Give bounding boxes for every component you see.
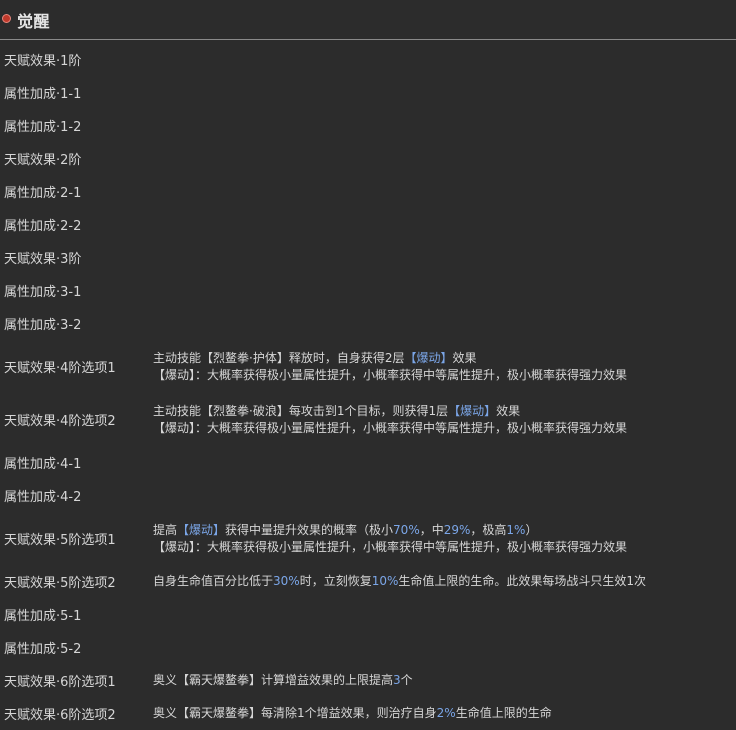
description-text: ，中 — [419, 522, 444, 537]
highlight-text: 29% — [443, 522, 471, 537]
description-text: 【爆动】：大概率获得极小量属性提升，小概率获得中等属性提升，极小概率获得强力效果 — [153, 367, 628, 382]
description-text: 【爆动】：大概率获得极小量属性提升，小概率获得中等属性提升，极小概率获得强力效果 — [153, 539, 628, 554]
talent-label: 天赋效果·2阶 — [4, 153, 82, 168]
talent-label: 属性加成·3-1 — [4, 285, 82, 300]
description-text: 时，立刻恢复 — [299, 574, 372, 588]
talent-label: 属性加成·4-2 — [4, 490, 82, 505]
highlight-text: 1% — [506, 522, 526, 537]
description-text: ） — [525, 522, 538, 537]
talent-label: 天赋效果·6阶选项2 — [4, 708, 116, 723]
talent-label: 属性加成·3-2 — [4, 318, 82, 333]
talent-row: 属性加成·3-1 — [0, 274, 736, 307]
talent-row: 天赋效果·4阶选项2 主动技能【烈鳌拳·破浪】每攻击到1个目标，则获得1层【爆动】… — [0, 393, 736, 446]
talent-row: 属性加成·5-1 — [0, 598, 736, 631]
highlight-text: 3 — [393, 673, 401, 687]
talent-list: 天赋效果·1阶 属性加成·1-1 属性加成·1-2 天赋效果·2阶 属性加成·2-1 属性… — [0, 40, 736, 730]
talent-label: 属性加成·5-1 — [4, 609, 82, 624]
talent-row: 属性加成·1-1 — [0, 76, 736, 109]
talent-description: 主动技能【烈鳌拳·破浪】每攻击到1个目标，则获得1层【爆动】效果 【爆动】：大概率… — [153, 403, 627, 437]
talent-label: 天赋效果·4阶选项1 — [4, 361, 116, 376]
talent-row: 天赋效果·6阶选项1 奥义【霸天爆鳌拳】计算增益效果的上限提高3个 — [0, 664, 736, 697]
description-line: 奥义【霸天爆鳌拳】每清除1个增益效果，则治疗自身2%生命值上限的生命 — [153, 705, 552, 722]
highlight-text: 10% — [371, 574, 399, 588]
description-text: 效果 — [496, 403, 521, 418]
highlight-text: 【爆动】 — [404, 350, 453, 365]
description-text: 【爆动】：大概率获得极小量属性提升，小概率获得中等属性提升，极小概率获得强力效果 — [153, 420, 628, 435]
talent-description: 自身生命值百分比低于30%时，立刻恢复10%生命值上限的生命。此效果每场战斗只生… — [153, 573, 646, 590]
talent-row: 属性加成·2-1 — [0, 175, 736, 208]
description-text: 主动技能【烈鳌拳·护体】释放时，自身获得2层 — [153, 350, 405, 365]
talent-row: 天赋效果·6阶选项2 奥义【霸天爆鳌拳】每清除1个增益效果，则治疗自身2%生命值上… — [0, 697, 736, 730]
description-line: 【爆动】：大概率获得极小量属性提升，小概率获得中等属性提升，极小概率获得强力效果 — [153, 367, 627, 384]
description-line: 主动技能【烈鳌拳·破浪】每攻击到1个目标，则获得1层【爆动】效果 — [153, 403, 627, 420]
highlight-text: 【爆动】 — [448, 403, 497, 418]
highlight-text: 2% — [436, 706, 456, 720]
talent-row: 天赋效果·4阶选项1 主动技能【烈鳌拳·护体】释放时，自身获得2层【爆动】效果 【爆… — [0, 340, 736, 393]
description-text: 个 — [400, 673, 413, 687]
talent-row: 属性加成·3-2 — [0, 307, 736, 340]
talent-label: 天赋效果·5阶选项1 — [4, 533, 116, 548]
description-line: 提高【爆动】获得中量提升效果的概率（极小70%，中29%，极高1%） — [153, 522, 627, 539]
talent-label: 天赋效果·3阶 — [4, 252, 82, 267]
talent-row: 天赋效果·5阶选项1 提高【爆动】获得中量提升效果的概率（极小70%，中29%，极… — [0, 512, 736, 565]
section-title: 觉醒 — [17, 11, 51, 31]
description-line: 奥义【霸天爆鳌拳】计算增益效果的上限提高3个 — [153, 672, 413, 689]
talent-label: 属性加成·2-2 — [4, 219, 82, 234]
talent-row: 属性加成·5-2 — [0, 631, 736, 664]
talent-label: 属性加成·5-2 — [4, 642, 82, 657]
description-text: 效果 — [452, 350, 477, 365]
talent-row: 天赋效果·5阶选项2 自身生命值百分比低于30%时，立刻恢复10%生命值上限的生命… — [0, 565, 736, 598]
description-text: 奥义【霸天爆鳌拳】计算增益效果的上限提高 — [153, 673, 394, 687]
talent-description: 提高【爆动】获得中量提升效果的概率（极小70%，中29%，极高1%） 【爆动】：大… — [153, 522, 627, 556]
description-text: 奥义【霸天爆鳌拳】每清除1个增益效果，则治疗自身 — [153, 706, 437, 720]
talent-label: 天赋效果·6阶选项1 — [4, 675, 116, 690]
talent-row: 属性加成·4-1 — [0, 446, 736, 479]
talent-label: 属性加成·2-1 — [4, 186, 82, 201]
description-text: 自身生命值百分比低于 — [153, 574, 274, 588]
talent-label: 天赋效果·1阶 — [4, 54, 82, 69]
red-circle-icon — [2, 14, 11, 23]
talent-label: 天赋效果·5阶选项2 — [4, 576, 116, 591]
highlight-text: 【爆动】 — [177, 522, 226, 537]
talent-label: 属性加成·4-1 — [4, 457, 82, 472]
talent-row: 属性加成·4-2 — [0, 479, 736, 512]
description-line: 【爆动】：大概率获得极小量属性提升，小概率获得中等属性提升，极小概率获得强力效果 — [153, 539, 627, 556]
talent-label: 天赋效果·4阶选项2 — [4, 414, 116, 429]
section-header: 觉醒 — [0, 0, 736, 40]
highlight-text: 70% — [393, 522, 420, 537]
description-line: 主动技能【烈鳌拳·护体】释放时，自身获得2层【爆动】效果 — [153, 350, 627, 367]
description-line: 【爆动】：大概率获得极小量属性提升，小概率获得中等属性提升，极小概率获得强力效果 — [153, 420, 627, 437]
highlight-text: 30% — [273, 574, 300, 588]
talent-description: 奥义【霸天爆鳌拳】每清除1个增益效果，则治疗自身2%生命值上限的生命 — [153, 705, 552, 722]
description-line: 自身生命值百分比低于30%时，立刻恢复10%生命值上限的生命。此效果每场战斗只生… — [153, 573, 646, 590]
description-text: 获得中量提升效果的概率（极小 — [225, 522, 394, 537]
description-text: 生命值上限的生命 — [455, 706, 552, 720]
description-text: ，极高 — [470, 522, 507, 537]
talent-row: 天赋效果·2阶 — [0, 142, 736, 175]
description-text: 提高 — [153, 522, 178, 537]
talent-row: 属性加成·2-2 — [0, 208, 736, 241]
talent-label: 属性加成·1-2 — [4, 120, 82, 135]
talent-label: 属性加成·1-1 — [4, 87, 82, 102]
talent-row: 天赋效果·1阶 — [0, 43, 736, 76]
talent-description: 主动技能【烈鳌拳·护体】释放时，自身获得2层【爆动】效果 【爆动】：大概率获得极小… — [153, 350, 627, 384]
description-text: 主动技能【烈鳌拳·破浪】每攻击到1个目标，则获得1层 — [153, 403, 449, 418]
talent-row: 属性加成·1-2 — [0, 109, 736, 142]
description-text: 生命值上限的生命。此效果每场战斗只生效1次 — [398, 574, 647, 588]
talent-row: 天赋效果·3阶 — [0, 241, 736, 274]
talent-description: 奥义【霸天爆鳌拳】计算增益效果的上限提高3个 — [153, 672, 413, 689]
